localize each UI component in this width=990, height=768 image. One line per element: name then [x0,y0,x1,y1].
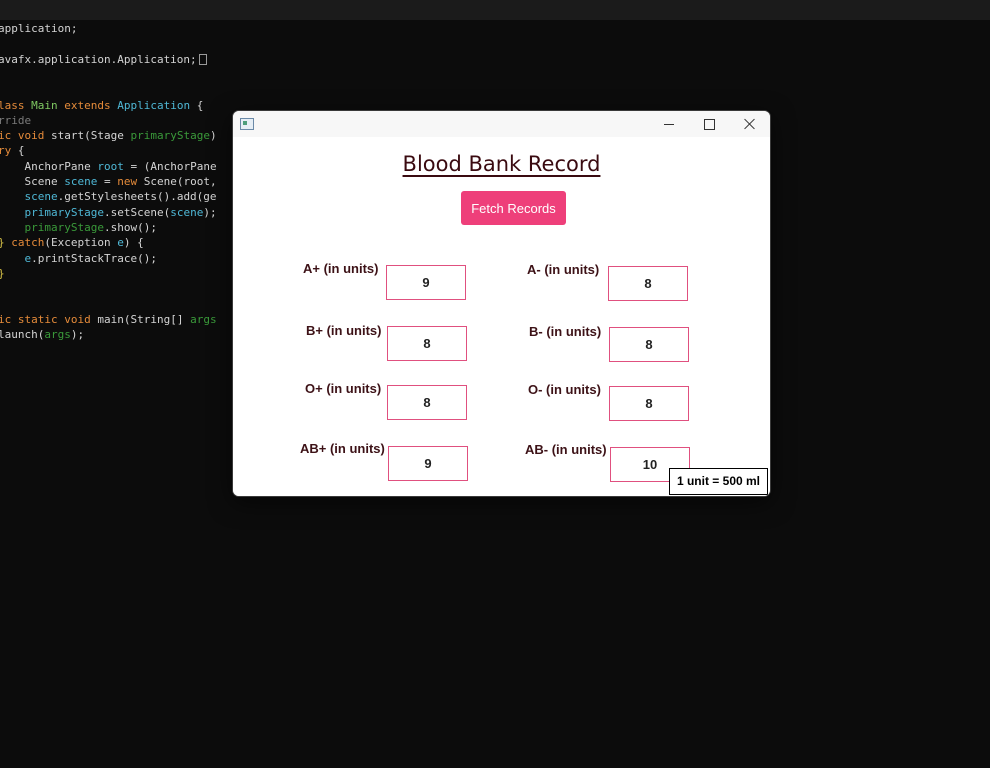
label-o-neg: O- (in units) [528,382,601,397]
code-token: ic [0,129,12,143]
maximize-button[interactable] [689,111,729,137]
code-token: scene [170,205,204,219]
label-o-pos: O+ (in units) [305,381,382,396]
code-token: e [0,251,32,265]
code-token: Main [31,98,65,112]
code-line: } [0,266,5,282]
maximize-icon [703,118,715,130]
code-token: AnchorPane [0,159,98,173]
code-line: avafx.application.Application; [0,52,207,68]
code-token: = [103,175,118,188]
window-title-bar[interactable] [233,111,770,137]
label-b-pos: B+ (in units) [306,323,382,338]
code-line: ic static void main(String[] args [0,312,217,328]
code-token: ); [70,328,85,341]
code-token: scene [64,175,104,188]
code-token: Stage [90,129,131,143]
code-line: scene.getStylesheets().add(ge [0,189,217,205]
code-token: .show(); [103,220,157,234]
field-o-neg[interactable]: 8 [609,386,689,421]
editor-tab-bar [0,0,990,21]
code-token: args [44,328,71,341]
app-window: Blood Bank Record Fetch Records A+ (in u… [233,111,770,496]
code-token: .printStackTrace(); [31,251,157,265]
code-line: ry { [0,143,25,159]
code-token: void [64,312,98,326]
code-line: rride [0,113,31,129]
code-token: .setScene( [103,205,171,219]
code-token: args [190,312,217,326]
code-token: extends [64,98,118,112]
code-token: ic [0,312,12,326]
code-token: new [117,175,144,188]
label-ab-pos: AB+ (in units) [300,441,385,456]
code-token: e [117,236,124,250]
code-line: primaryStage.setScene(scene); [0,205,217,221]
code-line: launch(args); [0,327,84,343]
close-button[interactable] [730,111,770,137]
code-token: primaryStage [0,205,104,219]
fold-icon[interactable] [198,54,207,66]
code-token: scene [0,190,58,204]
code-token: = (AnchorPane [130,159,217,173]
code-token: avafx.application.Application; [0,52,197,66]
label-a-pos: A+ (in units) [303,261,379,276]
field-b-neg[interactable]: 8 [609,327,689,362]
code-line: } catch(Exception e) { [0,235,144,251]
code-token: primaryStage [0,220,104,234]
app-content: Blood Bank Record Fetch Records A+ (in u… [233,137,770,496]
page-title: Blood Bank Record [402,152,601,176]
field-a-neg[interactable]: 8 [608,266,688,301]
app-window-icon [240,118,254,130]
code-line: Scene scene = new Scene(root, [0,174,217,190]
code-token: main [97,312,124,326]
code-token: } [0,236,11,249]
code-token: Scene(root, [143,175,217,188]
code-token: ); [203,205,217,219]
code-token: ) { [123,236,144,250]
code-token: ( [84,129,91,143]
label-ab-neg: AB- (in units) [525,442,607,457]
code-token: .getStylesheets().add(ge [57,190,217,204]
code-token: { [196,98,204,112]
code-token: ry [0,144,12,158]
code-token: Application [117,98,197,112]
close-icon [744,118,756,130]
code-line: AnchorPane root = (AnchorPane [0,159,217,175]
minimize-icon [664,123,674,125]
code-line: lass Main extends Application { [0,98,203,114]
label-a-neg: A- (in units) [527,262,600,277]
minimize-button[interactable] [649,111,689,137]
fetch-records-button[interactable]: Fetch Records [461,191,566,225]
code-line: primaryStage.show(); [0,220,157,236]
field-a-pos[interactable]: 9 [386,265,466,300]
unit-conversion-note: 1 unit = 500 ml [669,468,768,495]
label-b-neg: B- (in units) [529,324,602,339]
code-token: (String[] [123,312,191,326]
code-line: ic void start(Stage primaryStage) [0,128,217,144]
code-token: ) [209,129,217,143]
code-line: application; [0,21,77,37]
code-token: } [0,267,5,280]
code-token: launch( [0,328,45,341]
code-token: lass [0,98,32,112]
code-token: catch [11,236,45,250]
code-token: root [97,159,131,173]
code-token: start [51,129,85,143]
field-ab-pos[interactable]: 9 [388,446,468,481]
code-token: primaryStage [130,129,210,143]
field-o-pos[interactable]: 8 [387,385,467,420]
code-token: rride [0,113,32,127]
code-token: (Exception [44,236,118,250]
field-b-pos[interactable]: 8 [387,326,467,361]
code-token: application; [0,22,78,35]
code-token: Scene [0,175,65,188]
code-token: void [17,129,51,143]
code-token: { [17,144,25,158]
code-token: static [17,312,65,326]
code-line: e.printStackTrace(); [0,251,157,267]
